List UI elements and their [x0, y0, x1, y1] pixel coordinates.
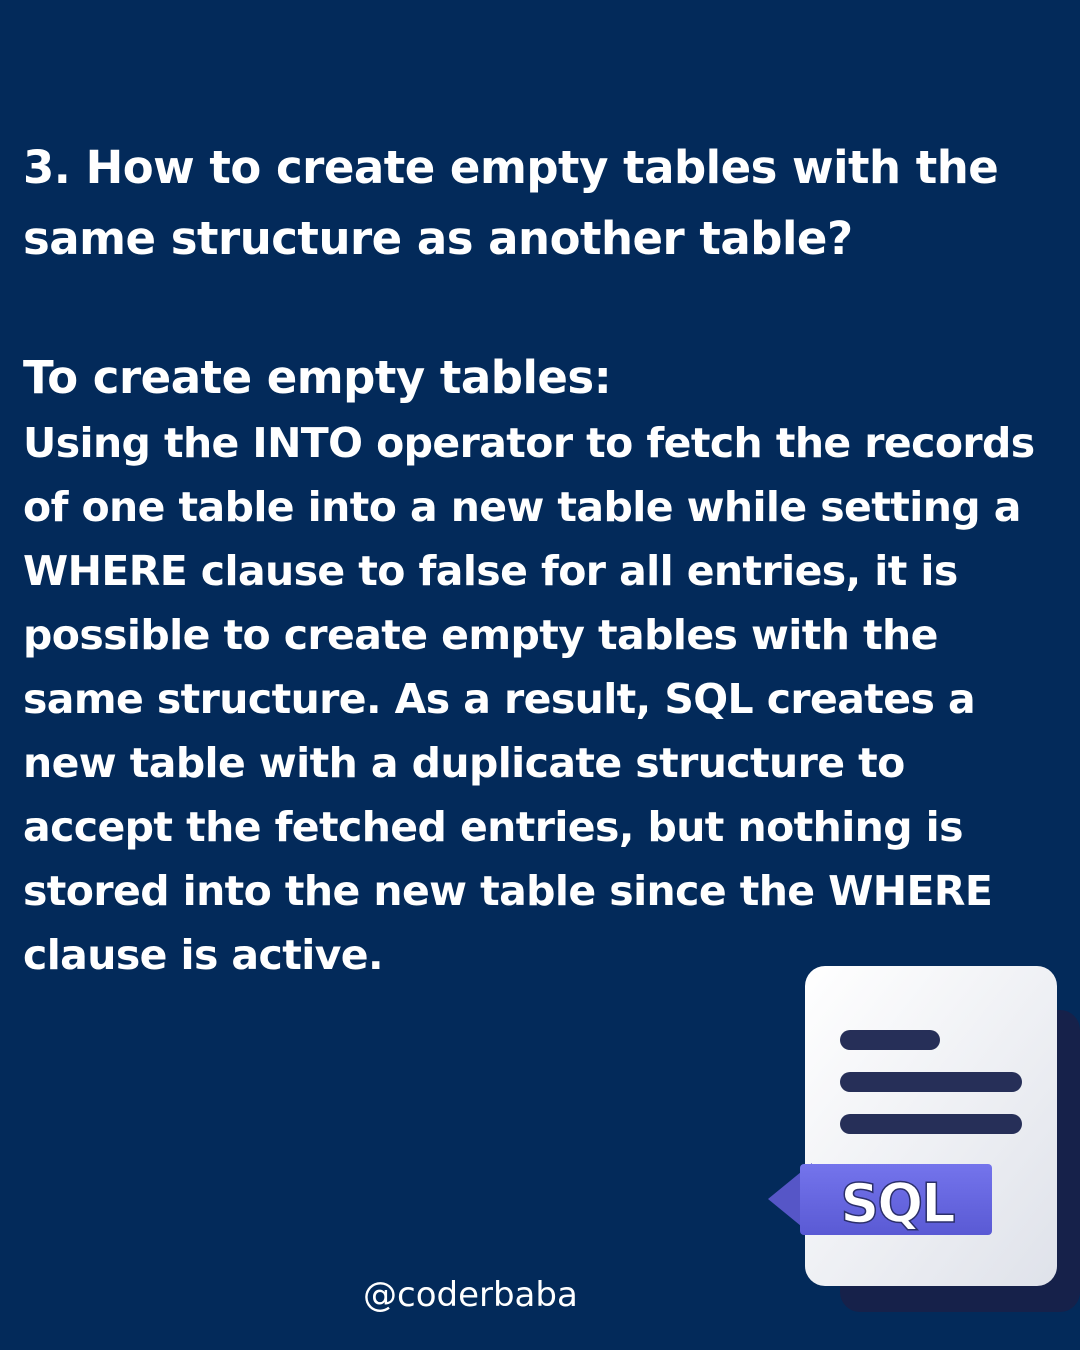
document-line	[840, 1114, 1022, 1134]
document-line-short	[840, 1030, 940, 1050]
sql-badge-label: SQL	[840, 1172, 954, 1235]
sql-document-icon: SQL	[768, 966, 1080, 1312]
question-title: 3. How to create empty tables with the s…	[23, 141, 999, 265]
author-handle: @coderbaba	[363, 1275, 578, 1315]
document-line	[840, 1072, 1022, 1092]
answer-body: Using the INTO operator to fetch the rec…	[23, 419, 1035, 979]
answer-heading: To create empty tables:	[23, 351, 612, 404]
